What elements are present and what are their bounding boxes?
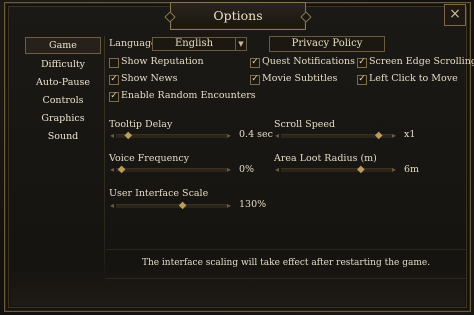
quest-notifications-label: Quest Notifications <box>262 56 356 67</box>
show-news-label: Show News <box>121 73 178 84</box>
slider-right-cap-icon: ▸ <box>392 131 397 140</box>
window-title: Options <box>170 2 306 30</box>
scroll-speed-slider[interactable]: ◂ ◆ ▸ <box>275 130 396 141</box>
left-click-to-move-label: Left Click to Move <box>369 73 458 84</box>
screen-edge-scrolling-checkbox[interactable]: ✓ <box>357 57 367 68</box>
language-dropdown[interactable]: English ▼ <box>152 37 247 51</box>
show-news-checkbox[interactable]: ✓ <box>109 74 119 85</box>
sidebar-item-auto-pause[interactable]: Auto-Pause <box>25 75 101 90</box>
sidebar: Game Difficulty Auto-Pause Controls Grap… <box>25 37 101 147</box>
area-loot-radius-value: 6m <box>404 164 420 175</box>
movie-subtitles-checkbox[interactable]: ✓ <box>250 74 260 85</box>
slider-left-cap-icon: ◂ <box>110 131 115 140</box>
chevron-down-icon: ▼ <box>235 38 246 50</box>
check-icon: ✓ <box>110 91 118 101</box>
sidebar-item-graphics[interactable]: Graphics <box>25 111 101 126</box>
show-reputation-label: Show Reputation <box>121 56 204 67</box>
slider-right-cap-icon: ▸ <box>227 165 232 174</box>
close-button[interactable]: × <box>444 4 466 26</box>
close-icon: × <box>449 6 461 22</box>
check-icon: ✓ <box>358 57 366 67</box>
ui-scale-slider[interactable]: ◂ ◆ ▸ <box>110 200 231 211</box>
slider-right-cap-icon: ▸ <box>392 165 397 174</box>
note-divider-bottom <box>106 278 466 279</box>
sidebar-item-sound[interactable]: Sound <box>25 129 101 144</box>
note-divider-top <box>106 249 466 250</box>
slider-right-cap-icon: ▸ <box>227 201 232 210</box>
privacy-policy-button[interactable]: Privacy Policy <box>269 36 385 52</box>
sidebar-divider <box>104 36 105 286</box>
tooltip-delay-value: 0.4 sec <box>239 129 273 140</box>
area-loot-radius-slider[interactable]: ◂ ◆ ▸ <box>275 164 396 175</box>
screen-edge-scrolling-label: Screen Edge Scrolling <box>369 56 474 67</box>
slider-handle[interactable]: ◆ <box>355 164 367 176</box>
voice-frequency-value: 0% <box>239 164 255 175</box>
bottom-shade <box>10 266 465 306</box>
ui-scale-value: 130% <box>239 199 267 210</box>
slider-right-cap-icon: ▸ <box>227 131 232 140</box>
movie-subtitles-label: Movie Subtitles <box>262 73 338 84</box>
language-label: Language <box>109 38 157 49</box>
tooltip-delay-slider[interactable]: ◂ ◆ ▸ <box>110 130 231 141</box>
slider-handle[interactable]: ◆ <box>373 130 385 142</box>
quest-notifications-checkbox[interactable]: ✓ <box>250 57 260 68</box>
check-icon: ✓ <box>251 74 259 84</box>
scroll-speed-value: x1 <box>404 129 416 140</box>
slider-left-cap-icon: ◂ <box>110 201 115 210</box>
check-icon: ✓ <box>110 74 118 84</box>
slider-handle[interactable]: ◆ <box>122 130 134 142</box>
sidebar-item-game[interactable]: Game <box>25 37 101 54</box>
sidebar-item-controls[interactable]: Controls <box>25 93 101 108</box>
voice-frequency-slider[interactable]: ◂ ◆ ▸ <box>110 164 231 175</box>
enable-random-encounters-label: Enable Random Encounters <box>121 90 256 101</box>
voice-frequency-label: Voice Frequency <box>109 153 190 164</box>
restart-note: The interface scaling will take effect a… <box>141 258 431 268</box>
scroll-speed-label: Scroll Speed <box>274 119 336 130</box>
tooltip-delay-label: Tooltip Delay <box>109 119 173 130</box>
check-icon: ✓ <box>251 57 259 67</box>
enable-random-encounters-checkbox[interactable]: ✓ <box>109 91 119 102</box>
left-click-to-move-checkbox[interactable]: ✓ <box>357 74 367 85</box>
slider-handle[interactable]: ◆ <box>116 164 128 176</box>
language-value: English <box>174 38 214 49</box>
sidebar-item-difficulty[interactable]: Difficulty <box>25 57 101 72</box>
slider-left-cap-icon: ◂ <box>275 131 280 140</box>
check-icon: ✓ <box>358 74 366 84</box>
area-loot-radius-label: Area Loot Radius (m) <box>274 153 377 164</box>
slider-left-cap-icon: ◂ <box>275 165 280 174</box>
slider-handle[interactable]: ◆ <box>177 200 189 212</box>
show-reputation-checkbox[interactable] <box>109 58 119 68</box>
ui-scale-label: User Interface Scale <box>109 188 209 199</box>
